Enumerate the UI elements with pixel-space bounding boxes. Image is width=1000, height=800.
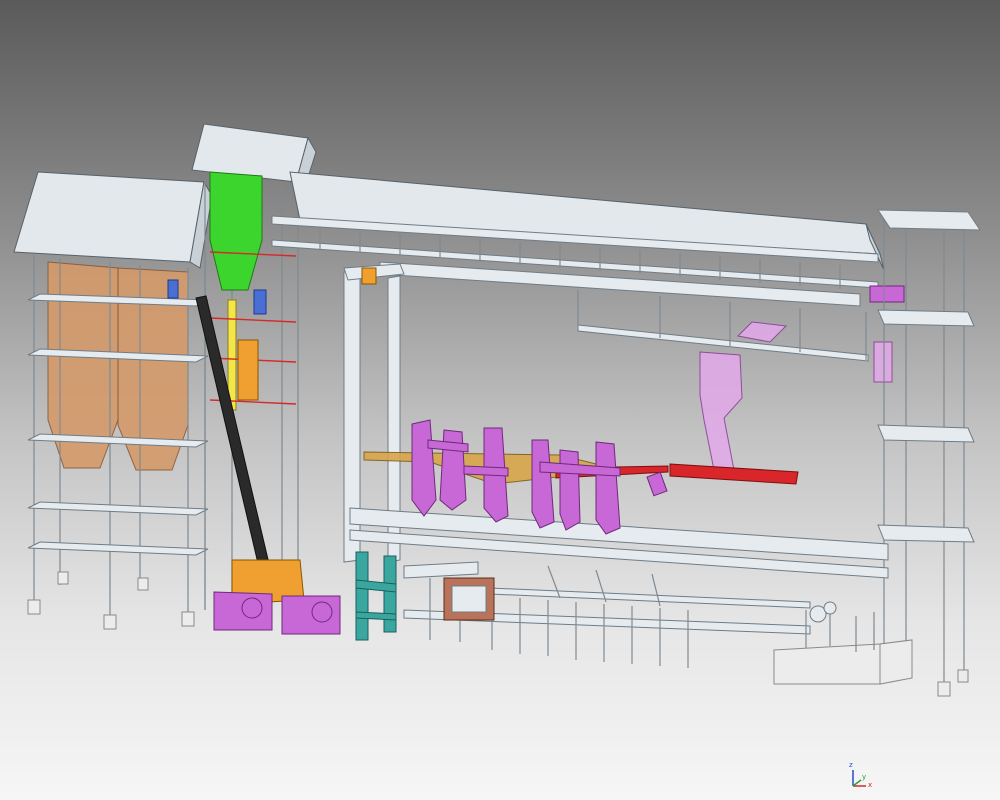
silo-structure[interactable]: [13, 171, 213, 630]
tower-motor: [253, 289, 267, 315]
tippler-1: [411, 419, 469, 517]
plant-3d-model[interactable]: [0, 0, 1000, 800]
cad-viewport[interactable]: z y x: [0, 0, 1000, 800]
axis-label-z: z: [849, 761, 853, 769]
end-winch[interactable]: [773, 601, 913, 685]
silo-motor: [167, 279, 179, 299]
axis-label-x: x: [868, 781, 873, 789]
drive-units[interactable]: [213, 559, 341, 635]
tippler-3: [531, 439, 621, 535]
teal-frame[interactable]: [355, 551, 397, 641]
tower-frame: [237, 339, 259, 401]
axis-label-y: y: [862, 773, 867, 781]
bucket-elevator-head: [209, 171, 263, 291]
right-tower[interactable]: [877, 209, 981, 697]
roller-table[interactable]: [403, 561, 811, 668]
y-axis: [852, 779, 862, 787]
